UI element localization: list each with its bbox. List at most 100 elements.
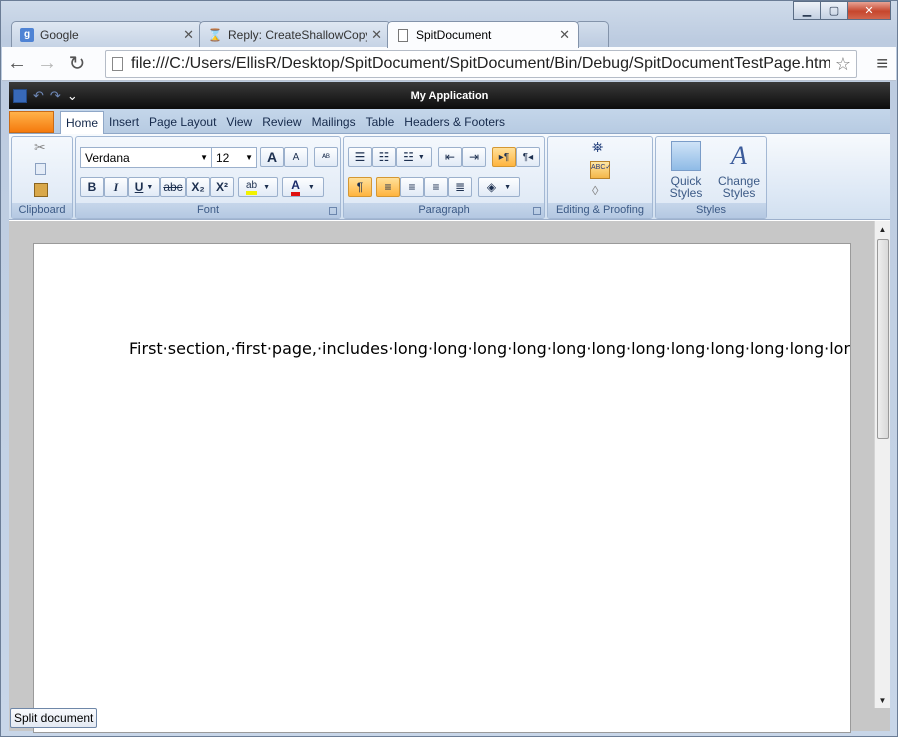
browser-tab-strip: g Google ✕ ⌛ Reply: CreateShallowCopy ✕ … bbox=[11, 21, 609, 48]
document-page[interactable]: First·section,·first·page,·includes·long… bbox=[33, 243, 851, 733]
bold-icon: B bbox=[87, 180, 97, 194]
decrease-indent-button[interactable]: ⇤ bbox=[438, 147, 462, 167]
close-tab-icon[interactable]: ✕ bbox=[183, 27, 194, 43]
editing-proofing-group-label: Editing & Proofing bbox=[548, 203, 652, 218]
underline-button[interactable]: U ▼ bbox=[128, 177, 160, 197]
ltr-icon: ▸¶ bbox=[498, 151, 510, 163]
decrease-indent-icon: ⇤ bbox=[444, 150, 456, 164]
scroll-up-icon[interactable]: ▲ bbox=[875, 221, 890, 237]
clear-formatting-icon: ᴬᴮ bbox=[322, 152, 330, 162]
close-tab-icon[interactable]: ✕ bbox=[559, 27, 570, 43]
vertical-scrollbar[interactable]: ▲ ▼ bbox=[874, 221, 890, 708]
justify-button[interactable]: ≣ bbox=[448, 177, 472, 197]
clipboard-group-label: Clipboard bbox=[12, 203, 72, 218]
numbering-button[interactable]: ☷ bbox=[372, 147, 396, 167]
chevron-down-icon: ▼ bbox=[200, 153, 208, 162]
font-size-select[interactable]: 12 ▼ bbox=[211, 147, 257, 168]
bold-button[interactable]: B bbox=[80, 177, 104, 197]
spell-check-icon[interactable]: ABC✓ bbox=[590, 161, 611, 179]
minimize-button[interactable]: ▁ bbox=[793, 1, 821, 20]
chevron-down-icon: ▼ bbox=[417, 153, 425, 161]
cut-icon[interactable]: ✂ bbox=[34, 140, 46, 154]
reload-button[interactable]: ↻ bbox=[62, 50, 92, 78]
italic-button[interactable]: I bbox=[104, 177, 128, 197]
align-center-button[interactable]: ≡ bbox=[400, 177, 424, 197]
tab-review[interactable]: Review bbox=[257, 111, 306, 133]
tab-headers-footers[interactable]: Headers & Footers bbox=[399, 111, 510, 133]
scroll-thumb[interactable] bbox=[877, 239, 889, 439]
tab-spitdocument[interactable]: SpitDocument ✕ bbox=[387, 21, 579, 48]
clear-formatting-button[interactable]: ᴬᴮ bbox=[314, 147, 338, 167]
maximize-button[interactable]: ▢ bbox=[820, 1, 848, 20]
document-area: First·section,·first·page,·includes·long… bbox=[9, 221, 890, 733]
menu-icon[interactable]: ≡ bbox=[876, 53, 888, 76]
font-color-button[interactable]: A ▼ bbox=[282, 177, 324, 197]
rtl-icon: ¶◂ bbox=[522, 151, 534, 163]
ltr-button[interactable]: ▸¶ bbox=[492, 147, 516, 167]
grow-font-button[interactable]: A bbox=[260, 147, 284, 167]
close-window-button[interactable]: ✕ bbox=[847, 1, 891, 20]
scroll-down-icon[interactable]: ▼ bbox=[875, 692, 890, 708]
paint-bucket-icon: ◈ bbox=[486, 180, 497, 194]
close-tab-icon[interactable]: ✕ bbox=[371, 27, 382, 43]
show-marks-button[interactable]: ¶ bbox=[348, 177, 372, 197]
find-binoculars-icon[interactable]: ⛯ bbox=[592, 140, 603, 154]
tab-table[interactable]: Table bbox=[361, 111, 400, 133]
copy-icon[interactable] bbox=[35, 163, 46, 175]
tab-view[interactable]: View bbox=[221, 111, 257, 133]
application: ↶ ↷ ⌄ My Application Home Insert Page La… bbox=[9, 82, 890, 733]
bullets-button[interactable]: ☰ bbox=[348, 147, 372, 167]
google-icon: g bbox=[20, 27, 34, 42]
tab-page-layout[interactable]: Page Layout bbox=[144, 111, 221, 133]
increase-indent-icon: ⇥ bbox=[468, 150, 480, 164]
address-bar[interactable]: file:///C:/Users/EllisR/Desktop/SpitDocu… bbox=[105, 50, 857, 78]
quick-styles-label: Quick Styles bbox=[669, 174, 703, 200]
chevron-down-icon: ▼ bbox=[307, 183, 315, 191]
subscript-button[interactable]: X₂ bbox=[186, 177, 210, 197]
paragraph-dialog-launcher[interactable] bbox=[533, 207, 541, 215]
chevron-down-icon: ▼ bbox=[504, 183, 512, 191]
document-text[interactable]: First·section,·first·page,·includes·long… bbox=[129, 339, 850, 358]
highlight-color-button[interactable]: ab ▼ bbox=[238, 177, 278, 197]
multilevel-list-button[interactable]: ☳ ▼ bbox=[396, 147, 432, 167]
page-icon bbox=[112, 57, 123, 71]
browser-toolbar: ← → ↻ file:///C:/Users/EllisR/Desktop/Sp… bbox=[2, 47, 896, 81]
increase-indent-button[interactable]: ⇥ bbox=[462, 147, 486, 167]
quick-styles-button[interactable]: Quick Styles bbox=[664, 141, 708, 199]
paste-icon[interactable] bbox=[34, 183, 48, 197]
application-menu-button[interactable] bbox=[9, 111, 54, 133]
font-size-value: 12 bbox=[216, 150, 230, 165]
superscript-button[interactable]: X² bbox=[210, 177, 234, 197]
font-family-select[interactable]: Verdana ▼ bbox=[80, 147, 212, 168]
document-icon bbox=[396, 28, 410, 42]
grow-font-icon: A bbox=[266, 149, 278, 165]
align-left-button[interactable]: ≡ bbox=[376, 177, 400, 197]
new-tab-button[interactable] bbox=[575, 21, 609, 47]
tab-insert[interactable]: Insert bbox=[104, 111, 144, 133]
tab-label: Google bbox=[40, 27, 79, 42]
strikethrough-button[interactable]: abc bbox=[160, 177, 186, 197]
bookmark-star-icon[interactable]: ☆ bbox=[830, 54, 856, 75]
shading-button[interactable]: ◈ ▼ bbox=[478, 177, 520, 197]
highlight-icon: ab bbox=[245, 180, 258, 195]
font-dialog-launcher[interactable] bbox=[329, 207, 337, 215]
shrink-font-button[interactable]: A bbox=[284, 147, 308, 167]
pilcrow-icon: ¶ bbox=[356, 180, 364, 194]
eraser-icon[interactable]: ◊ bbox=[592, 184, 598, 197]
back-button[interactable]: ← bbox=[2, 50, 32, 78]
superscript-icon: X² bbox=[216, 180, 228, 194]
browser-window: ▁ ▢ ✕ g Google ✕ ⌛ Reply: CreateShallowC… bbox=[0, 0, 898, 737]
align-right-button[interactable]: ≡ bbox=[424, 177, 448, 197]
chevron-down-icon: ▼ bbox=[263, 183, 271, 191]
change-styles-button[interactable]: A Change Styles bbox=[716, 141, 762, 199]
split-document-button[interactable]: Split document bbox=[10, 708, 98, 728]
tab-google[interactable]: g Google ✕ bbox=[11, 21, 203, 47]
tab-mailings[interactable]: Mailings bbox=[307, 111, 361, 133]
tab-reply[interactable]: ⌛ Reply: CreateShallowCopy ✕ bbox=[199, 21, 391, 47]
chevron-down-icon: ▼ bbox=[245, 153, 253, 162]
strikethrough-icon: abc bbox=[163, 180, 183, 194]
rtl-button[interactable]: ¶◂ bbox=[516, 147, 540, 167]
tab-home[interactable]: Home bbox=[60, 111, 105, 134]
app-title: My Application bbox=[410, 89, 489, 102]
forward-button[interactable]: → bbox=[32, 50, 62, 78]
